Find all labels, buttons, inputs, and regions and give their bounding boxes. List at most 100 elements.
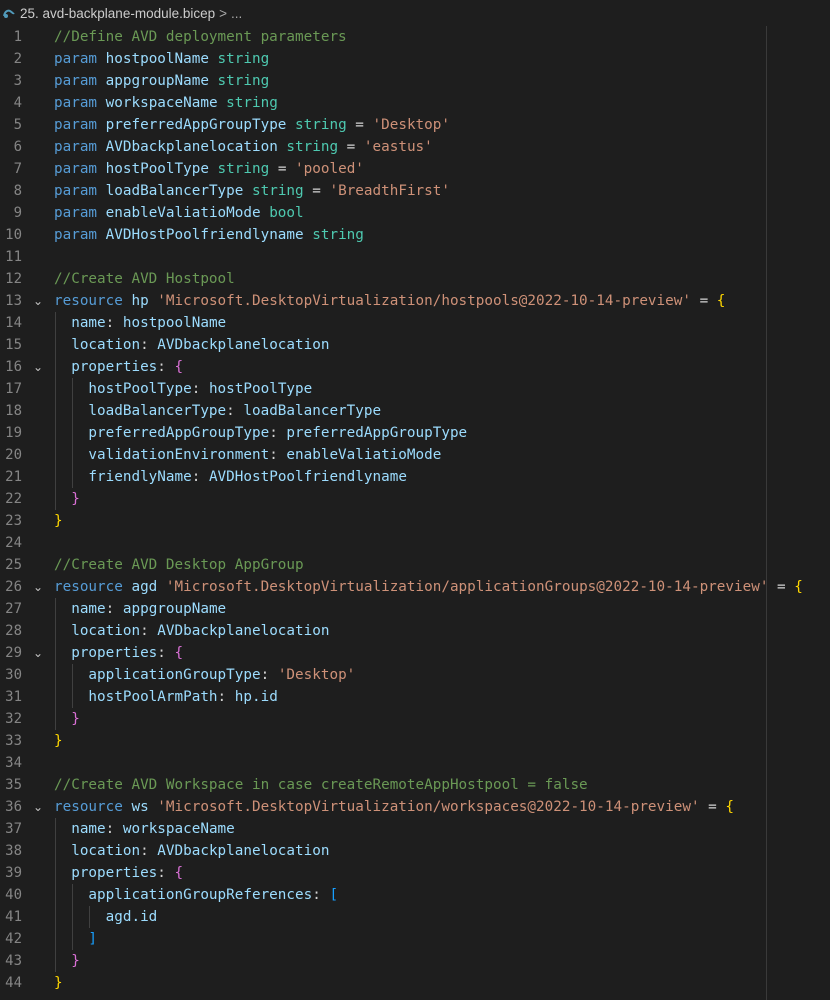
- code-line[interactable]: 40 applicationGroupReferences: [: [0, 884, 830, 906]
- code-line[interactable]: 19 preferredAppGroupType: preferredAppGr…: [0, 422, 830, 444]
- code-token: param: [54, 205, 106, 221]
- line-number: 10: [5, 227, 22, 243]
- code-token: :: [191, 381, 209, 397]
- code-token: //Create AVD Desktop AppGroup: [54, 557, 304, 573]
- code-token: param: [54, 161, 106, 177]
- code-line[interactable]: 39 properties: {: [0, 862, 830, 884]
- code-token: applicationGroupReferences: [54, 887, 313, 903]
- code-token: string: [208, 51, 270, 67]
- code-line[interactable]: 24: [0, 532, 830, 554]
- code-token: properties: [54, 359, 158, 375]
- code-line[interactable]: 43 }: [0, 950, 830, 972]
- code-line[interactable]: 25 //Create AVD Desktop AppGroup: [0, 554, 830, 576]
- code-line[interactable]: 3 param appgroupName string: [0, 70, 830, 92]
- code-line[interactable]: 26 ⌄ resource agd 'Microsoft.DesktopVirtua…: [0, 576, 830, 598]
- indent-guide: [55, 312, 56, 510]
- code-token: {: [725, 799, 735, 815]
- fold-chevron-icon[interactable]: ⌄: [33, 356, 43, 378]
- code-token: //Create AVD Hostpool: [54, 271, 235, 287]
- code-text: friendlyName: AVDHostPoolfriendlyname: [54, 466, 407, 488]
- code-token: name: [54, 821, 106, 837]
- line-number: 36: [5, 799, 22, 815]
- line-number: 33: [5, 733, 22, 749]
- code-text: param AVDHostPoolfriendlyname string: [54, 224, 364, 246]
- code-line[interactable]: 14 name: hostpoolName: [0, 312, 830, 334]
- code-token: AVDbackplanelocation: [157, 337, 330, 353]
- line-number: 40: [5, 887, 22, 903]
- code-line[interactable]: 33}: [0, 730, 830, 752]
- code-line[interactable]: 34: [0, 752, 830, 774]
- code-line[interactable]: 22 }: [0, 488, 830, 510]
- fold-chevron-icon[interactable]: ⌄: [33, 576, 43, 598]
- code-line[interactable]: 1 //Define AVD deployment parameters: [0, 26, 830, 48]
- code-line[interactable]: 7 param hostPoolType string = 'pooled': [0, 158, 830, 180]
- code-line[interactable]: 9 param enableValiatioMode bool: [0, 202, 830, 224]
- code-token: properties: [54, 865, 158, 881]
- code-line[interactable]: 31 hostPoolArmPath: hp.id: [0, 686, 830, 708]
- code-token: hp.id: [234, 689, 278, 705]
- breadcrumb-file[interactable]: 25. avd-backplane-module.bicep: [20, 6, 215, 21]
- line-number: 23: [5, 513, 22, 529]
- code-token: param: [54, 95, 106, 111]
- code-line[interactable]: 35 //Create AVD Workspace in case createR…: [0, 774, 830, 796]
- code-line[interactable]: 6 param AVDbackplanelocation string = 'ea…: [0, 136, 830, 158]
- code-line[interactable]: 13 ⌄ resource hp 'Microsoft.DesktopVirtual…: [0, 290, 830, 312]
- code-line[interactable]: 17 hostPoolType: hostPoolType: [0, 378, 830, 400]
- line-number: 25: [5, 557, 22, 573]
- code-line[interactable]: 32 }: [0, 708, 830, 730]
- line-number: 22: [5, 491, 22, 507]
- code-line[interactable]: 21 friendlyName: AVDHostPoolfriendlyname: [0, 466, 830, 488]
- code-token: string: [208, 73, 270, 89]
- line-number: 17: [5, 381, 22, 397]
- code-line[interactable]: 44}: [0, 972, 830, 994]
- fold-chevron-icon[interactable]: ⌄: [33, 642, 43, 664]
- code-token: workspaceName: [122, 821, 235, 837]
- code-text: location: AVDbackplanelocation: [54, 334, 329, 356]
- code-token: =: [346, 117, 373, 133]
- code-token: bool: [260, 205, 304, 221]
- code-line[interactable]: 41 agd.id: [0, 906, 830, 928]
- code-token: param: [54, 73, 106, 89]
- code-text: location: AVDbackplanelocation: [54, 840, 329, 862]
- code-line[interactable]: 8 param loadBalancerType string = 'Breadt…: [0, 180, 830, 202]
- code-line[interactable]: 36 ⌄ resource ws 'Microsoft.DesktopVirtual…: [0, 796, 830, 818]
- code-line[interactable]: 4 param workspaceName string: [0, 92, 830, 114]
- code-line[interactable]: 30 applicationGroupType: 'Desktop': [0, 664, 830, 686]
- code-token: :: [140, 843, 158, 859]
- code-token: 'pooled': [295, 161, 364, 177]
- code-line[interactable]: 29 ⌄ properties: {: [0, 642, 830, 664]
- code-token: appgroupName: [105, 73, 209, 89]
- code-text: properties: {: [54, 862, 183, 884]
- code-line[interactable]: 20 validationEnvironment: enableValiatio…: [0, 444, 830, 466]
- code-line[interactable]: 18 loadBalancerType: loadBalancerType: [0, 400, 830, 422]
- code-line[interactable]: 38 location: AVDbackplanelocation: [0, 840, 830, 862]
- code-token: enableValiatioMode: [105, 205, 261, 221]
- code-line[interactable]: 12 //Create AVD Hostpool: [0, 268, 830, 290]
- code-line[interactable]: 28 location: AVDbackplanelocation: [0, 620, 830, 642]
- code-token: {: [794, 579, 803, 595]
- code-line[interactable]: 10 param AVDHostPoolfriendlyname string: [0, 224, 830, 246]
- fold-chevron-icon[interactable]: ⌄: [33, 290, 43, 312]
- code-token: agd.id: [54, 909, 158, 925]
- code-token: {: [716, 293, 726, 309]
- fold-chevron-icon[interactable]: ⌄: [33, 796, 43, 818]
- code-line[interactable]: 15 location: AVDbackplanelocation: [0, 334, 830, 356]
- line-number: 35: [5, 777, 22, 793]
- code-text: param workspaceName string: [54, 92, 278, 114]
- code-line[interactable]: 2 param hostpoolName string: [0, 48, 830, 70]
- code-line[interactable]: 5 param preferredAppGroupType string = 'D…: [0, 114, 830, 136]
- code-line[interactable]: 27 name: appgroupName: [0, 598, 830, 620]
- breadcrumb-symbol[interactable]: ...: [231, 6, 242, 21]
- code-text: resource hp 'Microsoft.DesktopVirtualiza…: [54, 290, 725, 312]
- code-token: :: [105, 315, 123, 331]
- code-line[interactable]: 11: [0, 246, 830, 268]
- code-token: AVDbackplanelocation: [105, 139, 278, 155]
- code-editor[interactable]: 1 //Define AVD deployment parameters 2 para…: [0, 26, 830, 1000]
- indent-guide: [72, 884, 74, 950]
- code-line[interactable]: 16 ⌄ properties: {: [0, 356, 830, 378]
- code-line[interactable]: 23}: [0, 510, 830, 532]
- code-text: }: [54, 730, 63, 752]
- code-line[interactable]: 37 name: workspaceName: [0, 818, 830, 840]
- code-line[interactable]: 42 ]: [0, 928, 830, 950]
